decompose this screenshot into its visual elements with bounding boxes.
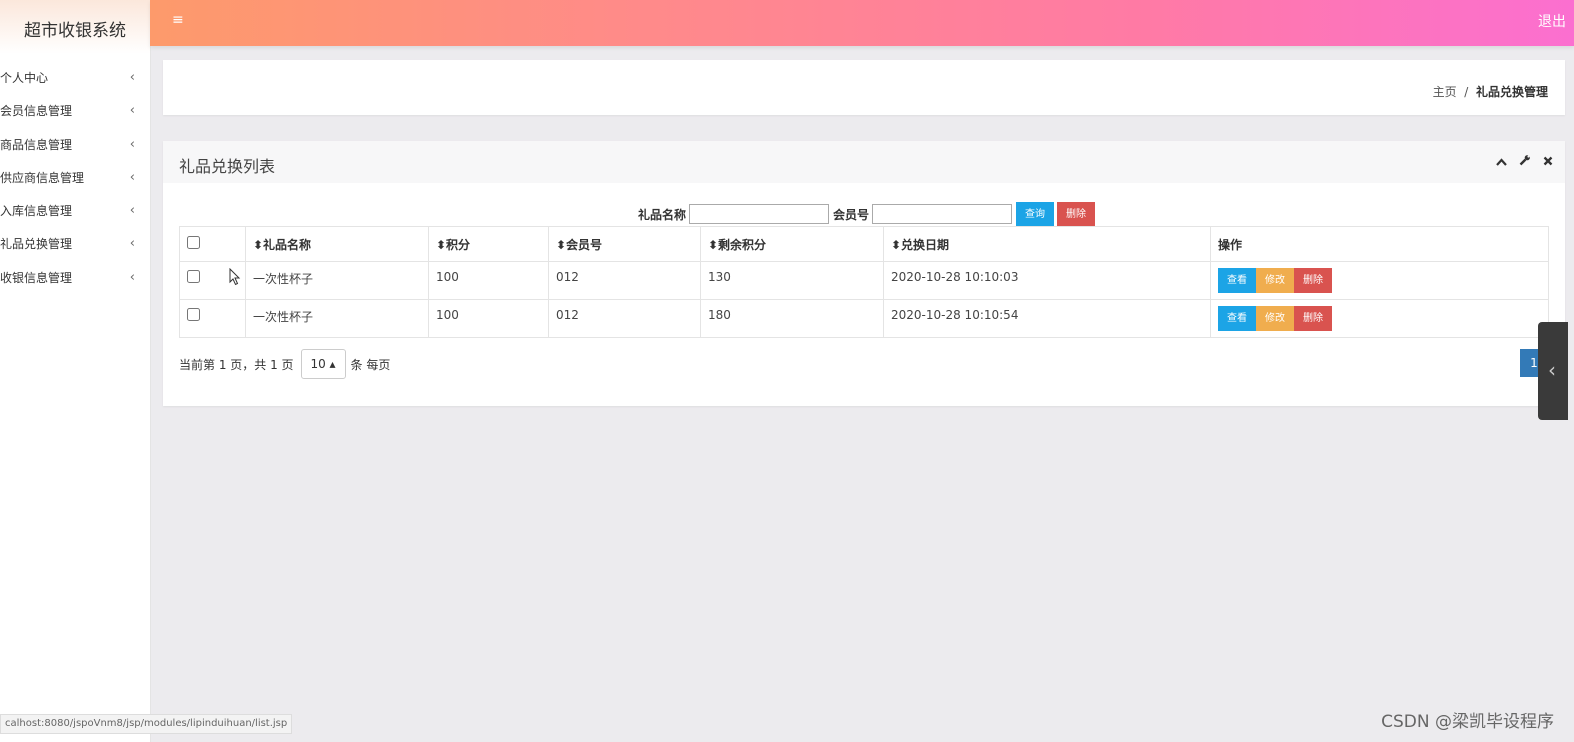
panel-header: 礼品兑换列表 [163, 141, 1565, 183]
watermark: CSDN @梁凯毕设程序 [1381, 712, 1554, 732]
chevron-left-icon: ‹ [129, 236, 135, 252]
page-size-select[interactable]: 10 ▴ [300, 349, 346, 379]
sidebar-item-product-info[interactable]: 商品信息管理 ‹ [0, 129, 150, 162]
column-header-points[interactable]: ⬍积分 [428, 226, 549, 262]
member-number-input[interactable] [872, 204, 1013, 224]
sidebar-item-label: 商品信息管理 [0, 137, 73, 152]
chevron-left-icon: ‹ [129, 269, 135, 285]
actions-cell: 查看 修改 删除 [1210, 299, 1549, 338]
points-cell: 100 [428, 261, 549, 300]
wrench-icon[interactable] [1519, 154, 1531, 169]
logout-link[interactable]: 退出 [1538, 11, 1566, 31]
points-cell: 100 [428, 299, 549, 338]
chevron-left-icon: ‹ [129, 169, 135, 185]
edit-button[interactable]: 修改 [1256, 306, 1294, 331]
sidebar-item-gift-exchange[interactable]: 礼品兑换管理 ‹ [0, 228, 150, 261]
browser-status-bar: calhost:8080/jspoVnm8/jsp/modules/lipind… [0, 714, 293, 734]
breadcrumb-separator: / [1464, 85, 1469, 99]
bulk-delete-button[interactable]: 删除 [1057, 201, 1096, 227]
sidebar-menu: 个人中心 ‹ 会员信息管理 ‹ 商品信息管理 ‹ 供应商信息管理 ‹ 入库信息管理 ‹ 礼… [0, 62, 150, 295]
sidebar-item-label: 入库信息管理 [0, 204, 73, 219]
panel-title: 礼品兑换列表 [179, 157, 276, 176]
sidebar-item-label: 供应商信息管理 [0, 170, 85, 185]
chevron-left-icon: ‹ [129, 136, 135, 152]
table-row: 一次性杯子 100 012 130 2020-10-28 10:10:03 查看… [179, 261, 1549, 300]
select-all-checkbox[interactable] [187, 236, 200, 249]
edit-button[interactable]: 修改 [1256, 268, 1294, 293]
sidebar-item-label: 礼品兑换管理 [0, 237, 73, 252]
gift-name-label: 礼品名称 [638, 207, 687, 222]
member-number-cell: 012 [548, 299, 701, 338]
chevron-left-icon: ‹ [129, 103, 135, 119]
delete-button[interactable]: 删除 [1294, 268, 1332, 293]
sidebar-item-stock-in-info[interactable]: 入库信息管理 ‹ [0, 195, 150, 228]
member-number-label: 会员号 [833, 207, 870, 222]
column-header-member-number[interactable]: ⬍会员号 [548, 226, 701, 262]
menu-toggle-icon[interactable]: ≡ [172, 12, 184, 28]
sidebar-item-label: 个人中心 [0, 71, 49, 85]
remaining-points-cell: 130 [700, 261, 884, 300]
pagination-info: 当前第 1 页，共 1 页 10 ▴ 条 每页 [179, 349, 390, 379]
chevron-left-icon: ‹ [129, 203, 135, 219]
sidebar-item-label: 会员信息管理 [0, 104, 73, 119]
remaining-points-cell: 180 [700, 299, 884, 338]
member-number-cell: 012 [548, 261, 701, 300]
row-checkbox[interactable] [187, 270, 200, 283]
exchange-date-cell: 2020-10-28 10:10:03 [883, 261, 1211, 300]
search-form: 礼品名称 会员号 查询 删除 [638, 201, 1096, 227]
row-checkbox[interactable] [187, 308, 200, 321]
page-info-text: 当前第 1 页，共 1 页 [179, 357, 294, 372]
collapse-icon[interactable] [1496, 155, 1508, 169]
gift-exchange-table: ⬍礼品名称 ⬍积分 ⬍会员号 ⬍剩余积分 ⬍兑换日期 操作 一次性杯子 100 … [179, 226, 1549, 338]
breadcrumb-current: 礼品兑换管理 [1475, 85, 1548, 99]
per-page-label: 条 每页 [350, 357, 391, 372]
exchange-date-cell: 2020-10-28 10:10:54 [883, 299, 1211, 338]
breadcrumb-home[interactable]: 主页 [1433, 85, 1457, 99]
breadcrumb-bar: 主页 / 礼品兑换管理 [163, 60, 1565, 115]
side-drawer-toggle[interactable]: ‹ [1538, 322, 1568, 420]
mouse-cursor-icon [229, 268, 241, 286]
select-all-cell [179, 226, 246, 262]
gift-name-cell: 一次性杯子 [245, 261, 429, 300]
column-header-gift-name[interactable]: ⬍礼品名称 [245, 226, 429, 262]
close-icon[interactable] [1543, 155, 1553, 169]
query-button[interactable]: 查询 [1016, 201, 1055, 227]
table-header-row: ⬍礼品名称 ⬍积分 ⬍会员号 ⬍剩余积分 ⬍兑换日期 操作 [179, 226, 1549, 262]
breadcrumb: 主页 / 礼品兑换管理 [1433, 83, 1548, 100]
view-button[interactable]: 查看 [1218, 268, 1256, 293]
panel-tools [1488, 154, 1553, 169]
gift-name-input[interactable] [689, 204, 830, 224]
column-header-actions: 操作 [1210, 226, 1549, 262]
table-row: 一次性杯子 100 012 180 2020-10-28 10:10:54 查看… [179, 299, 1549, 338]
gift-name-cell: 一次性杯子 [245, 299, 429, 338]
app-title: 超市收银系统 [0, 0, 150, 60]
chevron-left-icon: ‹ [1548, 358, 1556, 382]
sidebar-item-label: 收银信息管理 [0, 270, 73, 285]
delete-button[interactable]: 删除 [1294, 306, 1332, 331]
sidebar-item-member-info[interactable]: 会员信息管理 ‹ [0, 95, 150, 128]
chevron-left-icon: ‹ [129, 70, 135, 85]
sidebar-item-personal-center[interactable]: 个人中心 ‹ [0, 62, 150, 95]
column-header-exchange-date[interactable]: ⬍兑换日期 [883, 226, 1211, 262]
row-select-cell [179, 299, 246, 338]
gift-exchange-panel: 礼品兑换列表 礼品名称 会员号 查询 删除 ⬍礼品名称 ⬍积分 ⬍会员号 ⬍剩余… [163, 141, 1565, 406]
actions-cell: 查看 修改 删除 [1210, 261, 1549, 300]
column-header-remaining-points[interactable]: ⬍剩余积分 [700, 226, 884, 262]
sidebar-item-supplier-info[interactable]: 供应商信息管理 ‹ [0, 162, 150, 195]
top-bar: ≡ 退出 [150, 0, 1574, 46]
view-button[interactable]: 查看 [1218, 306, 1256, 331]
sidebar-item-cashier-info[interactable]: 收银信息管理 ‹ [0, 262, 150, 295]
sidebar: 超市收银系统 个人中心 ‹ 会员信息管理 ‹ 商品信息管理 ‹ 供应商信息管理 ‹ 入库… [0, 0, 151, 742]
